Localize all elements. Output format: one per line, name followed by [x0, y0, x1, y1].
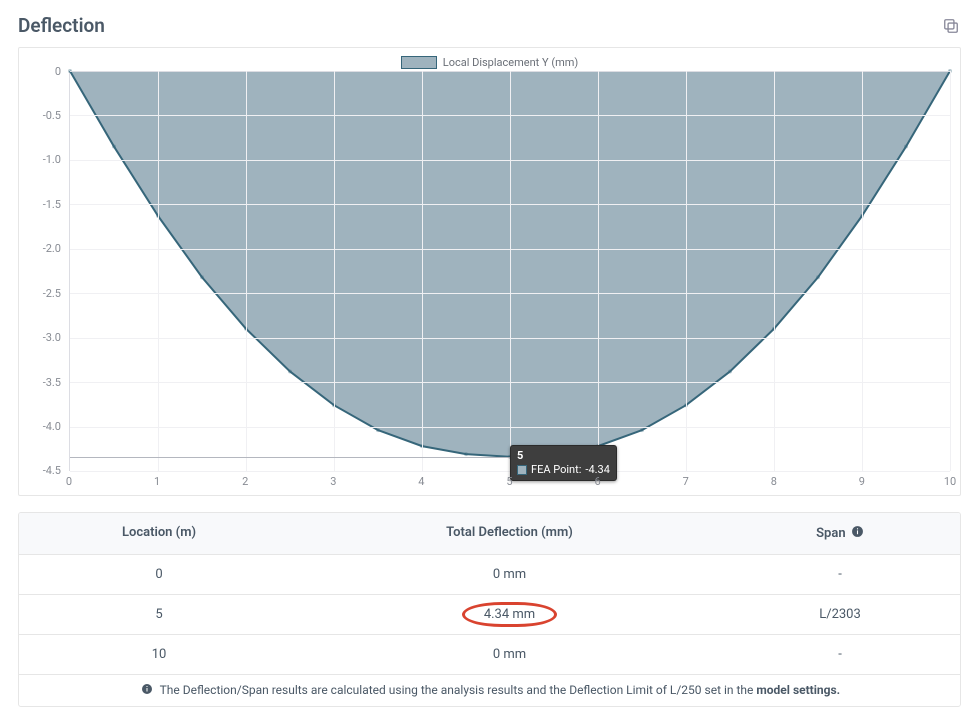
cell-span: L/2303	[720, 594, 960, 634]
x-tick: 1	[154, 475, 160, 488]
deflection-chart[interactable]: Local Displacement Y (mm) 0-0.5-1.0-1.5-…	[18, 47, 961, 496]
col-location: Location (m)	[19, 513, 299, 554]
tooltip-swatch	[517, 465, 527, 475]
page-title: Deflection	[18, 14, 105, 37]
cell-deflection: 0 mm	[299, 554, 720, 594]
legend-swatch	[401, 56, 437, 69]
x-tick: 6	[595, 475, 601, 488]
x-tick: 2	[242, 475, 248, 488]
copy-icon[interactable]	[941, 16, 961, 36]
x-tick: 5	[506, 475, 512, 488]
y-axis: 0-0.5-1.0-1.5-2.0-2.5-3.0-3.5-4.0-4.5	[29, 71, 69, 471]
cell-span: -	[720, 554, 960, 594]
crosshair-horizontal	[70, 457, 510, 458]
cell-location: 5	[19, 594, 299, 634]
chart-legend: Local Displacement Y (mm)	[29, 56, 950, 69]
table-row: 54.34 mmL/2303	[19, 594, 960, 634]
table-row: 00 mm-	[19, 554, 960, 594]
cell-deflection: 4.34 mm	[299, 594, 720, 634]
info-icon	[141, 683, 153, 698]
x-tick: 3	[330, 475, 336, 488]
x-tick: 7	[683, 475, 689, 488]
x-tick: 0	[66, 475, 72, 488]
table-row: 100 mm-	[19, 634, 960, 674]
cell-location: 10	[19, 634, 299, 674]
col-deflection: Total Deflection (mm)	[299, 513, 720, 554]
tooltip-x: 5	[517, 449, 610, 462]
cell-deflection: 0 mm	[299, 634, 720, 674]
table-footer-note: The Deflection/Span results are calculat…	[19, 674, 960, 706]
deflection-table: Location (m) Total Deflection (mm) Span …	[18, 512, 961, 707]
table-header: Location (m) Total Deflection (mm) Span	[19, 513, 960, 554]
x-tick: 10	[944, 475, 956, 488]
col-span: Span	[720, 513, 960, 554]
legend-label: Local Displacement Y (mm)	[443, 56, 578, 69]
x-axis: 012345678910	[69, 475, 950, 489]
x-tick: 9	[859, 475, 865, 488]
cell-location: 0	[19, 554, 299, 594]
cell-span: -	[720, 634, 960, 674]
info-icon[interactable]	[851, 525, 864, 542]
plot-area[interactable]: 5 FEA Point: -4.34	[69, 71, 950, 471]
x-tick: 4	[418, 475, 424, 488]
x-tick: 8	[771, 475, 777, 488]
